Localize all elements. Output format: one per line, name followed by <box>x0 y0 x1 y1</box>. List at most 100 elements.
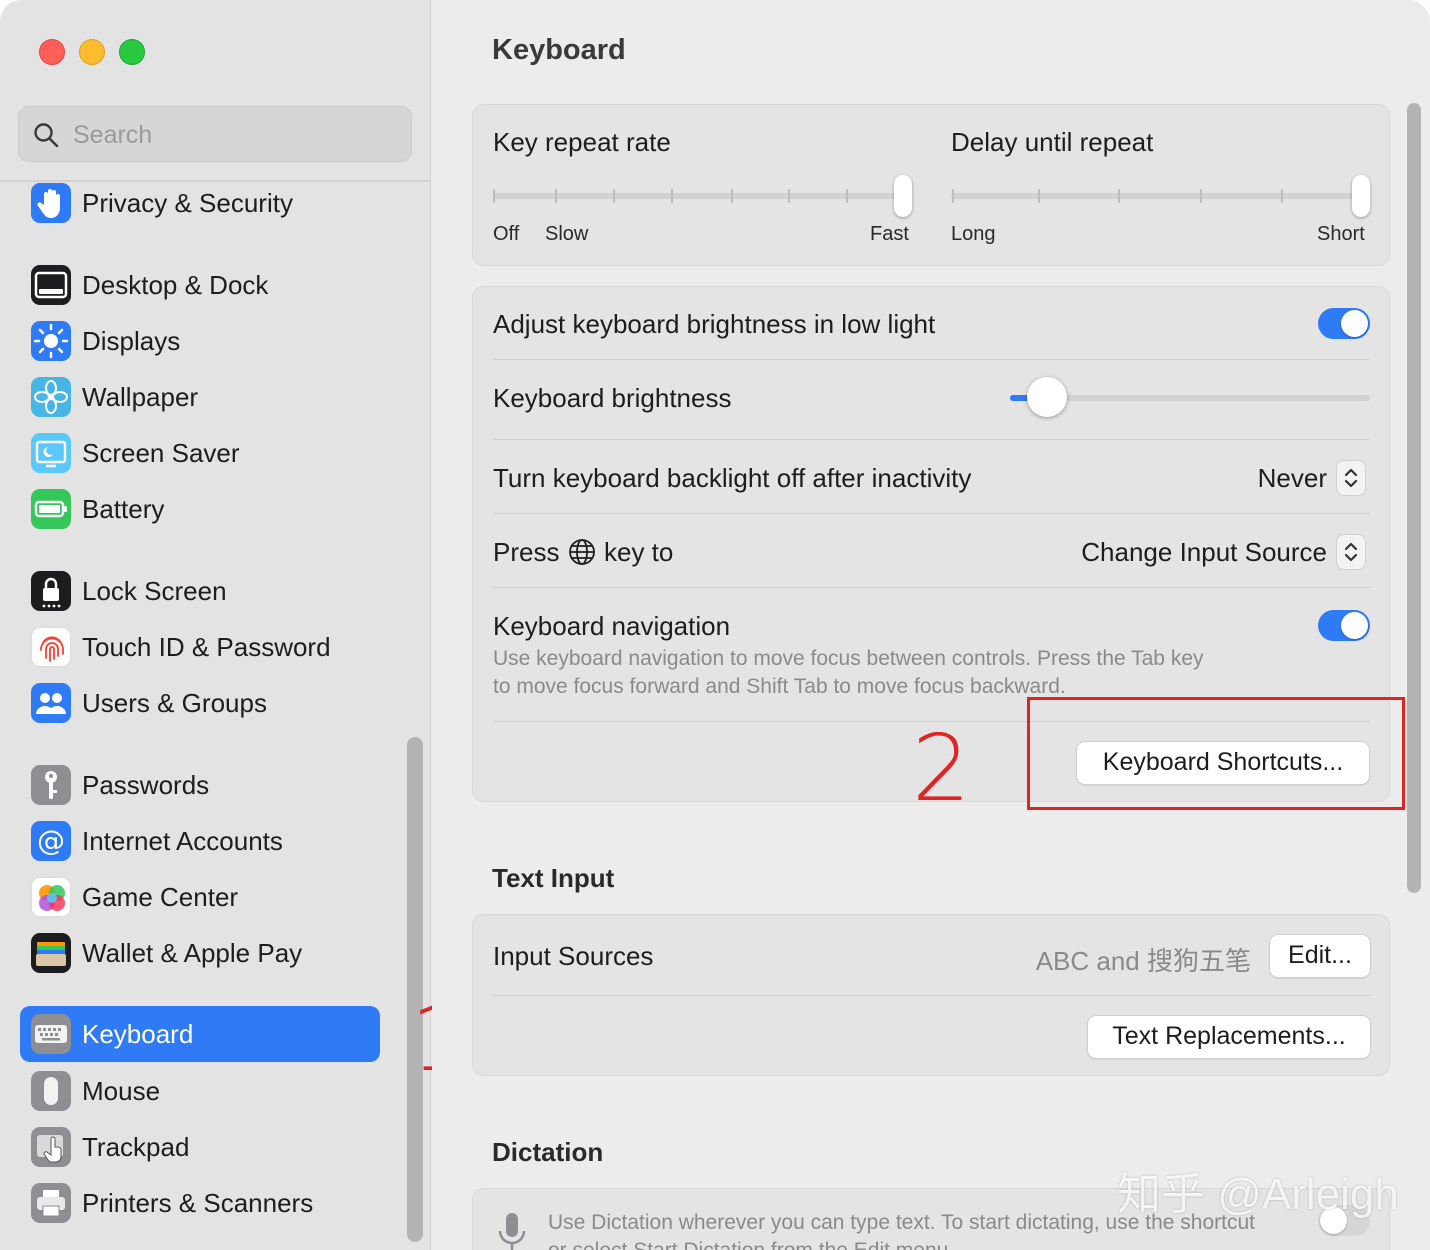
wallet-icon <box>31 933 71 973</box>
annotation-highlight-box <box>1027 697 1405 810</box>
keyboard-navigation-toggle[interactable] <box>1318 610 1370 641</box>
zoom-window-button[interactable] <box>119 39 145 65</box>
sidebar-item-battery[interactable]: Battery <box>20 481 380 537</box>
sidebar-item-label: Printers & Scanners <box>82 1188 314 1218</box>
tick-label-short: Short <box>1317 223 1365 245</box>
tick-label-off: Off <box>493 223 520 245</box>
watermark: 知乎 @Arleigh <box>1117 1170 1399 1219</box>
sidebar-item-label: Wallpaper <box>82 382 199 412</box>
sidebar-item-label: Wallet & Apple Pay <box>82 938 303 968</box>
at-icon: @ <box>31 821 71 861</box>
text-replacements-button[interactable]: Text Replacements... <box>1088 1016 1370 1058</box>
screen-saver-icon <box>31 433 71 473</box>
sidebar-item-users-groups[interactable]: Users & Groups <box>20 675 380 731</box>
chevron-up-down-icon <box>1337 461 1365 495</box>
main-pane: Keyboard Key repeat rate Off Slow Fast D… <box>432 0 1430 1250</box>
sidebar-item-label: Internet Accounts <box>82 826 283 856</box>
sidebar-item-label: Users & Groups <box>82 688 267 718</box>
keyboard-brightness-label: Keyboard brightness <box>493 383 732 413</box>
key-repeat-card: Key repeat rate Off Slow Fast Delay unti… <box>472 104 1390 266</box>
flower-icon <box>31 377 71 417</box>
svg-text:@: @ <box>37 824 65 857</box>
game-center-icon <box>31 877 71 917</box>
users-icon <box>31 683 71 723</box>
lock-icon <box>31 571 71 611</box>
sidebar-item-passwords[interactable]: Passwords <box>20 757 380 813</box>
key-icon <box>31 765 71 805</box>
sidebar-item-label: Mouse <box>82 1076 161 1106</box>
sidebar-item-label: Game Center <box>82 882 239 912</box>
keyboard-brightness-knob[interactable] <box>1027 377 1067 417</box>
sidebar-item-displays[interactable]: Displays <box>20 313 380 369</box>
tick-label-long: Long <box>951 223 996 245</box>
tick-label-fast: Fast <box>870 223 909 245</box>
edit-input-sources-button[interactable]: Edit... <box>1270 935 1370 977</box>
sidebar-item-privacy-security[interactable]: Privacy & Security <box>20 175 380 231</box>
sidebar-item-label: Lock Screen <box>82 576 227 606</box>
sidebar-item-internet-accounts[interactable]: @ Internet Accounts <box>20 813 380 869</box>
main-scrollbar[interactable] <box>1407 103 1421 893</box>
sidebar-item-label: Desktop & Dock <box>82 270 269 300</box>
sidebar-item-keyboard[interactable]: Keyboard <box>20 1006 380 1062</box>
mouse-icon <box>31 1071 71 1111</box>
sidebar-item-printers-scanners[interactable]: Printers & Scanners <box>20 1175 380 1231</box>
sidebar-item-touch-id[interactable]: Touch ID & Password <box>20 619 380 675</box>
adjust-brightness-toggle[interactable] <box>1318 308 1370 339</box>
microphone-icon <box>498 1213 526 1250</box>
key-repeat-rate-label: Key repeat rate <box>493 127 671 157</box>
sidebar-item-label: Screen Saver <box>82 438 240 468</box>
sidebar: Search Privacy & Security Desktop & Dock… <box>0 0 431 1250</box>
sidebar-item-label: Battery <box>82 494 165 524</box>
hand-icon <box>31 183 71 223</box>
sidebar-item-label: Keyboard <box>82 1019 194 1049</box>
fingerprint-icon <box>31 627 71 667</box>
search-field[interactable]: Search <box>18 106 412 162</box>
sidebar-item-mouse[interactable]: Mouse <box>20 1063 380 1119</box>
system-settings-window: Search Privacy & Security Desktop & Dock… <box>0 0 1430 1250</box>
tick-label-slow: Slow <box>545 223 589 245</box>
keyboard-navigation-label: Keyboard navigation <box>493 611 731 641</box>
row-divider <box>493 513 1370 514</box>
delay-until-repeat-knob[interactable] <box>1352 175 1370 217</box>
row-divider <box>493 587 1370 588</box>
key-repeat-rate-knob[interactable] <box>894 175 912 217</box>
battery-icon <box>31 489 71 529</box>
minimize-window-button[interactable] <box>79 39 105 65</box>
sidebar-item-label: Privacy & Security <box>82 188 293 218</box>
dock-icon <box>31 265 71 305</box>
globe-icon <box>569 539 595 565</box>
sun-icon <box>31 321 71 361</box>
row-divider <box>493 359 1370 360</box>
sidebar-item-screen-saver[interactable]: Screen Saver <box>20 425 380 481</box>
sidebar-item-desktop-dock[interactable]: Desktop & Dock <box>20 257 380 313</box>
sidebar-item-wallpaper[interactable]: Wallpaper <box>20 369 380 425</box>
row-divider <box>493 995 1370 996</box>
sidebar-item-label: Displays <box>82 326 181 356</box>
text-input-section-title: Text Input <box>492 863 615 893</box>
sidebar-item-label: Touch ID & Password <box>82 632 331 662</box>
sidebar-item-wallet[interactable]: Wallet & Apple Pay <box>20 925 380 981</box>
globe-key-action-value: Change Input Source <box>1081 537 1327 567</box>
description-line: or select Start Dictation from the Edit … <box>548 1237 1318 1250</box>
close-window-button[interactable] <box>39 39 65 65</box>
backlight-off-label: Turn keyboard backlight off after inacti… <box>493 463 972 493</box>
sidebar-item-label: Passwords <box>82 770 210 800</box>
search-icon <box>34 123 59 148</box>
input-sources-label: Input Sources <box>493 941 654 971</box>
input-sources-value: ABC and 搜狗五笔 <box>1035 946 1251 976</box>
chevron-up-down-icon <box>1337 535 1365 569</box>
page-title: Keyboard <box>492 34 626 66</box>
sidebar-item-label: Trackpad <box>82 1132 190 1162</box>
sidebar-item-lock-screen[interactable]: Lock Screen <box>20 563 380 619</box>
description-line: Use keyboard navigation to move focus be… <box>493 647 1204 670</box>
keyboard-navigation-description: Use keyboard navigation to move focus be… <box>493 645 1313 701</box>
annotation-number-2: 2 <box>912 715 971 822</box>
sidebar-item-trackpad[interactable]: Trackpad <box>20 1119 380 1175</box>
adjust-brightness-label: Adjust keyboard brightness in low light <box>493 309 936 339</box>
sidebar-item-game-center[interactable]: Game Center <box>20 869 380 925</box>
press-key-label-start: Press <box>493 537 560 567</box>
keyboard-icon <box>31 1014 71 1054</box>
text-input-card: Input Sources ABC and 搜狗五笔 Edit... Text … <box>472 914 1390 1076</box>
delay-until-repeat-label: Delay until repeat <box>951 127 1154 157</box>
dictation-section-title: Dictation <box>492 1137 604 1167</box>
